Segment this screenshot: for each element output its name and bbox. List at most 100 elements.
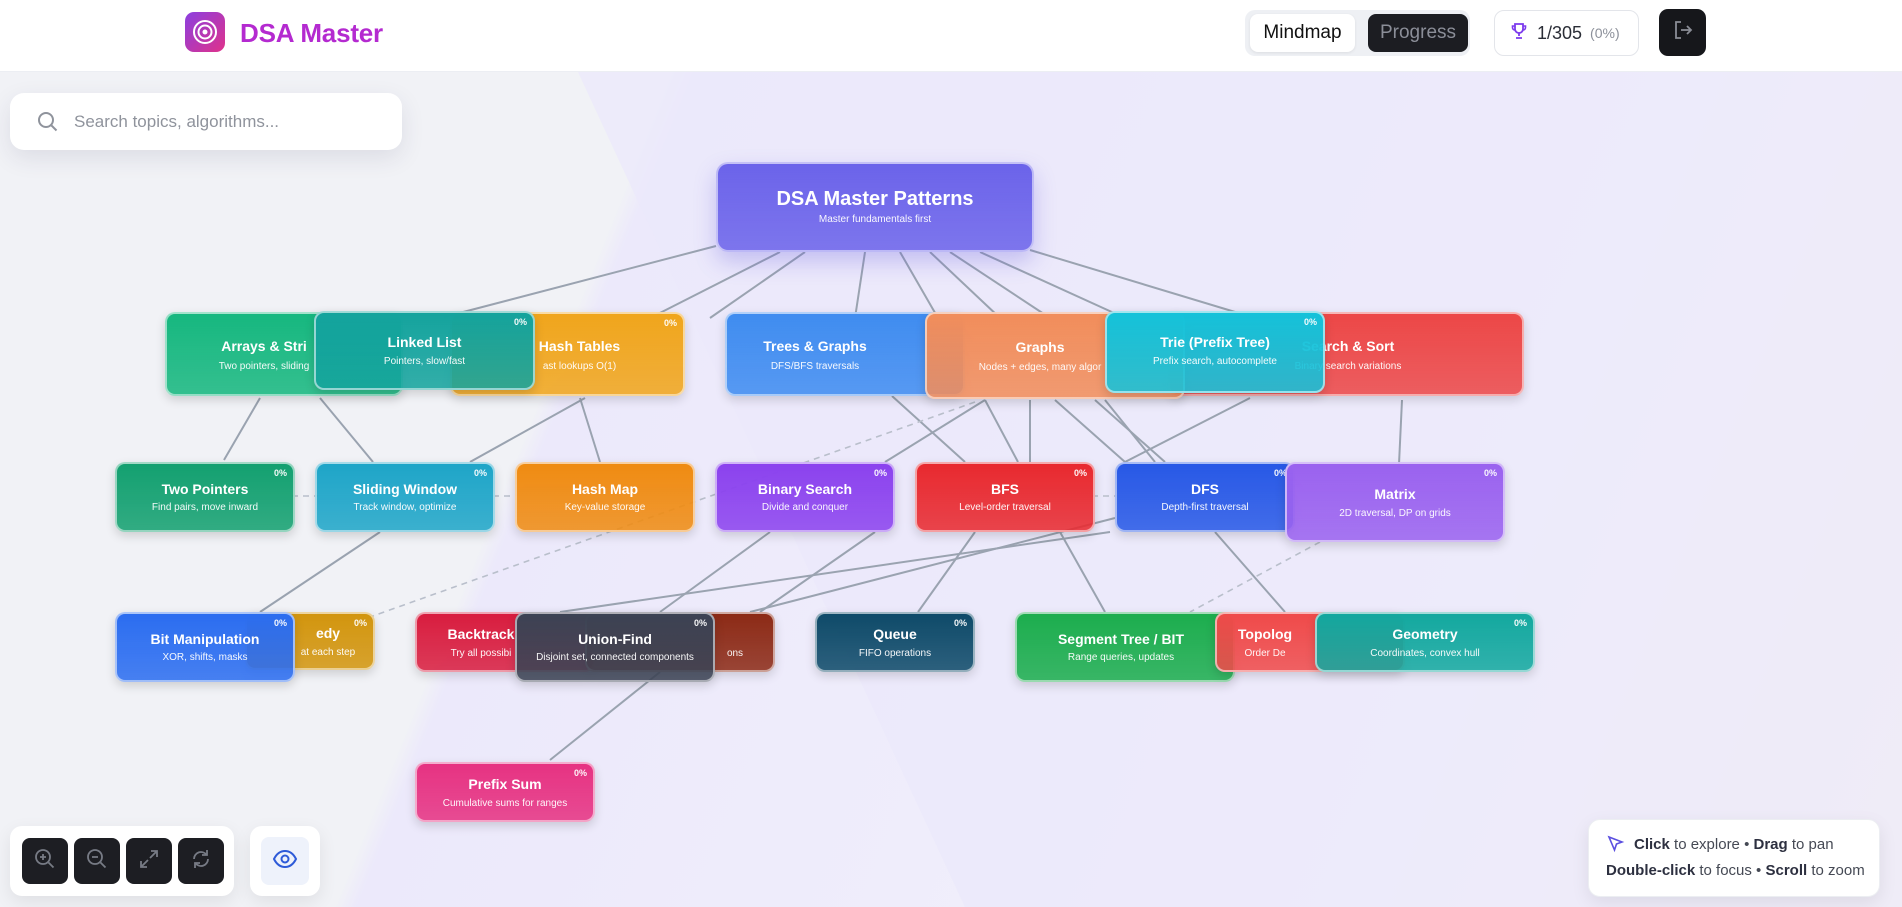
edge: [469, 397, 586, 463]
topic-matrix[interactable]: 0% Matrix 2D traversal, DP on grids: [1285, 462, 1505, 542]
node-subtitle: Divide and conquer: [761, 502, 849, 513]
node-subtitle: Track window, optimize: [353, 502, 457, 513]
topic-trie[interactable]: 0% Trie (Prefix Tree) Prefix search, aut…: [1105, 311, 1325, 393]
edge: [319, 397, 374, 463]
topic-geometry[interactable]: 0% Geometry Coordinates, convex hull: [1315, 612, 1535, 672]
logout-icon: [1672, 19, 1694, 46]
topic-dfs[interactable]: 0% DFS Depth-first traversal: [1115, 462, 1295, 532]
help-hint: Click to explore • Drag to pan Double-cl…: [1588, 819, 1880, 897]
trophy-icon: [1509, 21, 1529, 46]
topic-queue[interactable]: 0% Queue FIFO operations: [815, 612, 975, 672]
progress-stats[interactable]: 1/305 (0%): [1494, 10, 1639, 56]
node-title: Queue: [873, 626, 917, 642]
progress-tab[interactable]: Progress: [1368, 14, 1468, 52]
topic-segment-tree[interactable]: Segment Tree / BIT Range queries, update…: [1015, 612, 1235, 682]
edge: [984, 399, 1019, 463]
node-subtitle: Disjoint set, connected components: [536, 652, 694, 663]
node-title: Geometry: [1392, 626, 1458, 642]
solved-count: 1/305: [1537, 22, 1583, 43]
zoom-in-icon: [33, 847, 57, 876]
edge: [1398, 399, 1403, 465]
edge: [1054, 399, 1126, 463]
node-subtitle: Pointers, slow/fast: [383, 356, 466, 367]
help-line-1: Click to explore • Drag to pan: [1634, 836, 1834, 853]
edge: [899, 251, 939, 319]
edge: [891, 395, 966, 463]
topic-hash-map[interactable]: Hash Map Key-value storage: [515, 462, 695, 532]
node-subtitle: Prefix search, autocomplete: [1153, 356, 1277, 367]
node-title: Bit Manipulation: [150, 631, 260, 647]
topic-union-find[interactable]: 0% Union-Find Disjoint set, connected co…: [515, 612, 715, 682]
node-subtitle: Master fundamentals first: [818, 214, 932, 225]
topic-prefix-sum[interactable]: 0% Prefix Sum Cumulative sums for ranges: [415, 762, 595, 822]
topic-sliding-window[interactable]: 0% Sliding Window Track window, optimize: [315, 462, 495, 532]
root-node[interactable]: DSA Master Patterns Master fundamentals …: [716, 162, 1034, 252]
node-title: Linked List: [387, 334, 462, 350]
help-focus: to focus •: [1695, 862, 1766, 879]
node-subtitle: Cumulative sums for ranges: [442, 798, 568, 809]
edge: [1059, 531, 1106, 613]
topic-bfs[interactable]: 0% BFS Level-order traversal: [915, 462, 1095, 532]
node-percent: 0%: [873, 468, 887, 478]
zoom-in-button[interactable]: [22, 838, 68, 884]
help-drag: Drag: [1753, 836, 1788, 853]
zoom-out-icon: [85, 847, 109, 876]
node-title: BFS: [991, 481, 1019, 497]
node-title: Matrix: [1374, 486, 1416, 502]
edge: [749, 517, 1116, 613]
reset-view-button[interactable]: [178, 838, 224, 884]
visibility-toggle: [250, 826, 320, 896]
edge: [1104, 399, 1156, 463]
visibility-button[interactable]: [261, 837, 309, 885]
help-line-2: Double-click to focus • Scroll to zoom: [1606, 862, 1865, 879]
edge: [854, 251, 866, 319]
search-input[interactable]: [74, 110, 374, 134]
topic-two-pointers[interactable]: 0% Two Pointers Find pairs, move inward: [115, 462, 295, 532]
help-explore: to explore •: [1669, 836, 1754, 853]
edge: [759, 531, 876, 613]
node-percent: 0%: [513, 317, 527, 327]
zoom-out-button[interactable]: [74, 838, 120, 884]
search-box[interactable]: [10, 93, 402, 150]
node-title: DSA Master Patterns: [776, 188, 974, 210]
topic-linked-list[interactable]: 0% Linked List Pointers, slow/fast: [314, 311, 535, 390]
node-percent: 0%: [473, 468, 487, 478]
search-icon: [36, 110, 60, 139]
help-click: Click: [1634, 836, 1670, 853]
brand-title[interactable]: DSA Master: [240, 18, 383, 49]
edge: [884, 399, 986, 463]
topic-bit-manipulation[interactable]: 0% Bit Manipulation XOR, shifts, masks: [115, 612, 295, 682]
mindmap-canvas[interactable]: Arrays & Stri Two pointers, sliding 0% H…: [0, 72, 1902, 907]
node-percent: 0%: [1303, 317, 1317, 327]
expand-icon: [137, 847, 161, 876]
node-percent: 0%: [273, 618, 287, 628]
fit-view-button[interactable]: [126, 838, 172, 884]
logout-button[interactable]: [1659, 9, 1706, 56]
node-title: Trie (Prefix Tree): [1160, 334, 1270, 350]
edge: [1214, 531, 1286, 613]
edge: [709, 251, 806, 319]
cursor-icon: [1607, 835, 1625, 857]
node-percent: 0%: [693, 618, 707, 628]
node-percent: 0%: [1073, 468, 1087, 478]
node-percent: 0%: [1483, 468, 1497, 478]
edge: [559, 531, 1111, 613]
node-subtitle: FIFO operations: [858, 648, 932, 659]
edge: [659, 531, 771, 613]
topic-binary-search[interactable]: 0% Binary Search Divide and conquer: [715, 462, 895, 532]
node-title: Hash Map: [571, 481, 639, 497]
refresh-icon: [189, 847, 213, 876]
node-percent: 0%: [273, 468, 287, 478]
edge: [917, 531, 976, 613]
node-subtitle: 2D traversal, DP on grids: [1339, 508, 1451, 519]
mindmap-tab[interactable]: Mindmap: [1250, 14, 1355, 52]
solved-percent: (0%): [1590, 25, 1620, 41]
app-header: DSA Master Mindmap Progress 1/305 (0%): [0, 0, 1902, 72]
node-title: DFS: [1191, 481, 1219, 497]
node-title: Prefix Sum: [468, 776, 542, 792]
target-icon[interactable]: [185, 12, 225, 52]
node-title: Sliding Window: [352, 481, 458, 497]
node-subtitle: Key-value storage: [564, 502, 646, 513]
edge: [1124, 397, 1251, 463]
help-zoom: to zoom: [1807, 862, 1865, 879]
